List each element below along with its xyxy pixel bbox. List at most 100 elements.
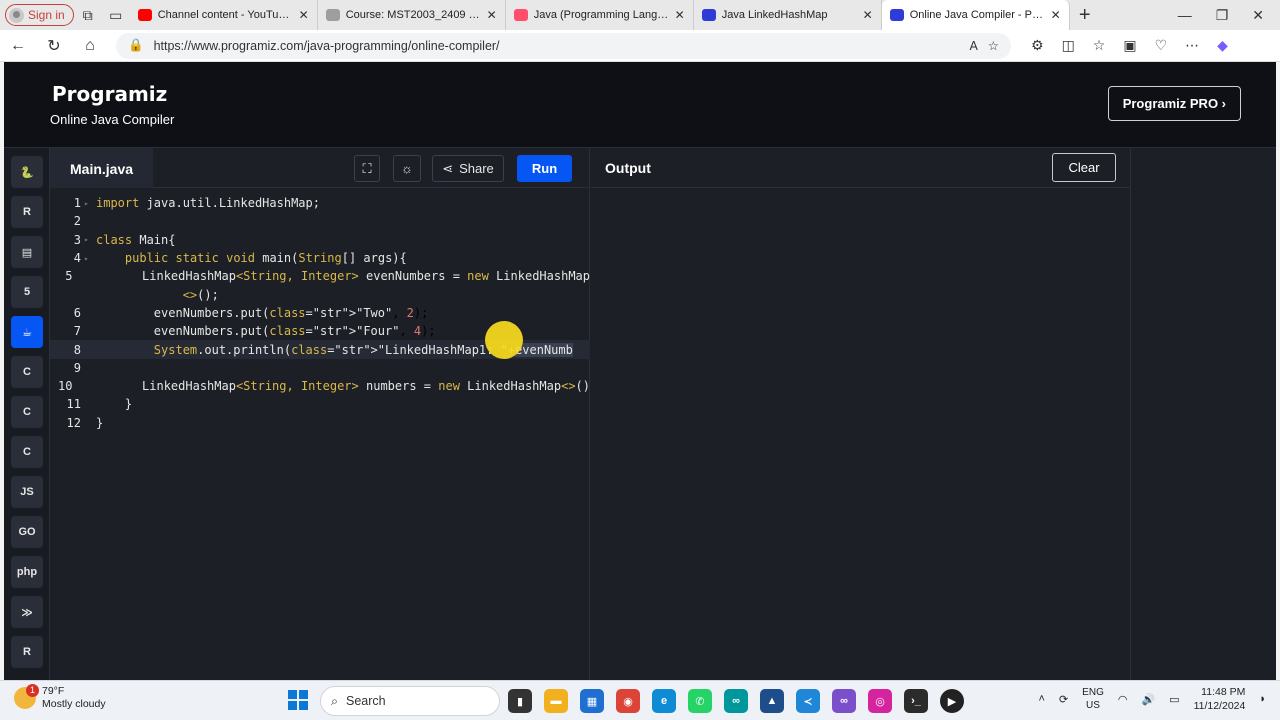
code-line[interactable]: 5 LinkedHashMap<String, Integer> evenNum…	[50, 267, 590, 285]
split-screen-icon[interactable]: ◫	[1062, 37, 1075, 54]
file-tab-main-java[interactable]: Main.java	[50, 147, 154, 188]
weather-widget[interactable]: 1 79°F Mostly cloudy	[14, 684, 106, 711]
programiz-logo[interactable]: Programiz	[52, 82, 167, 106]
browser-tab[interactable]: Java (Programming Language) ✕	[506, 0, 694, 30]
code-area[interactable]: 1 ▸ import java.util.LinkedHashMap; 2 3 ▸ clas…	[50, 194, 590, 432]
maximize-icon[interactable]: ❐	[1216, 7, 1229, 24]
language-indicator[interactable]: ENG US	[1082, 686, 1104, 712]
browser-tab[interactable]: Channel content - YouTube Stu ✕	[130, 0, 318, 30]
php-icon[interactable]: php	[11, 556, 43, 588]
code-line[interactable]: 10 LinkedHashMap<String, Integer> number…	[50, 377, 590, 395]
code-line[interactable]: 9	[50, 359, 590, 377]
browser-tab[interactable]: Course: MST2003_2409 Discrete ✕	[318, 0, 506, 30]
signin-button[interactable]: Sign in	[5, 4, 74, 26]
programiz-page: Programiz Online Java Compiler Programiz…	[4, 62, 1276, 680]
home-icon[interactable]: ⌂	[72, 37, 108, 55]
vscode-icon[interactable]: ≺	[796, 689, 820, 713]
tab-close-icon[interactable]: ✕	[675, 8, 685, 22]
copilot-icon[interactable]: ◆	[1217, 37, 1228, 54]
line-number: 8	[73, 342, 81, 357]
notifications-icon[interactable]: ◗	[1259, 693, 1266, 705]
more-menu-icon[interactable]: ⋯	[1185, 37, 1199, 54]
visual-studio-icon[interactable]: ∞	[832, 689, 856, 713]
code-line[interactable]: <>();	[50, 285, 590, 303]
programiz-pro-button[interactable]: Programiz PRO ›	[1107, 86, 1241, 121]
code-line[interactable]: 3 ▸ class Main{	[50, 231, 590, 249]
browser-essentials-icon[interactable]: ♡	[1155, 37, 1168, 54]
csharp-icon[interactable]: C	[11, 436, 43, 468]
media-player-icon[interactable]: ▶	[940, 689, 964, 713]
collections-icon[interactable]: ▣	[1123, 37, 1136, 54]
read-aloud-icon[interactable]: A	[969, 39, 977, 53]
code-text: }	[96, 415, 104, 430]
profile-avatar-icon	[9, 7, 24, 23]
run-button[interactable]: Run	[517, 155, 572, 182]
tray-chevron-icon[interactable]: ˄	[1039, 693, 1045, 705]
whatsapp-icon[interactable]: ✆	[688, 689, 712, 713]
python-icon[interactable]: 🐍	[11, 156, 43, 188]
refresh-icon[interactable]: ↻	[36, 36, 72, 56]
task-view-icon[interactable]: ▮	[508, 689, 532, 713]
volume-icon[interactable]: 🔊	[1141, 693, 1155, 706]
swift-icon[interactable]: ≫	[11, 596, 43, 628]
back-icon[interactable]: ←	[0, 37, 36, 55]
tab-favicon-icon	[701, 9, 716, 21]
url-field[interactable]: 🔒 https://www.programiz.com/java-program…	[116, 32, 1011, 59]
clear-button[interactable]: Clear	[1052, 153, 1116, 182]
theme-toggle-button[interactable]: ☼	[393, 155, 421, 182]
tab-close-icon[interactable]: ✕	[1051, 8, 1061, 22]
fold-arrow-icon[interactable]: ▸	[84, 199, 96, 208]
minimize-icon[interactable]: —	[1178, 7, 1192, 24]
extensions-icon[interactable]: ⚙	[1031, 37, 1044, 54]
r-icon[interactable]: R	[11, 196, 43, 228]
code-line[interactable]: 1 ▸ import java.util.LinkedHashMap;	[50, 194, 590, 212]
code-line[interactable]: 6 evenNumbers.put(class="str">"Two", 2);	[50, 304, 590, 322]
taskbar-search[interactable]: ⌕ Search	[320, 686, 500, 716]
sync-icon[interactable]: ⟳	[1059, 693, 1068, 706]
signin-label: Sign in	[28, 8, 65, 22]
edge-icon[interactable]: e	[652, 689, 676, 713]
code-line[interactable]: 4 ▸ public static void main(String[] args…	[50, 249, 590, 267]
close-window-icon[interactable]: ✕	[1252, 7, 1264, 24]
line-number: 9	[73, 360, 81, 375]
tab-actions-icon[interactable]: ▭	[102, 3, 130, 27]
code-line[interactable]: 2	[50, 212, 590, 230]
wifi-icon[interactable]: ◠	[1118, 693, 1128, 706]
start-button[interactable]	[288, 690, 308, 710]
sql-icon[interactable]: ▤	[11, 236, 43, 268]
c-icon[interactable]: C	[11, 356, 43, 388]
tab-close-icon[interactable]: ✕	[299, 8, 309, 22]
browser-tab[interactable]: Java LinkedHashMap ✕	[694, 0, 882, 30]
code-line[interactable]: 12}	[50, 414, 590, 432]
store-icon[interactable]: ▦	[580, 689, 604, 713]
javascript-icon[interactable]: JS	[11, 476, 43, 508]
fold-arrow-icon[interactable]: ▸	[84, 254, 96, 263]
terminal-icon[interactable]: ›_	[904, 689, 928, 713]
arduino-icon[interactable]: ∞	[724, 689, 748, 713]
battery-icon[interactable]: ▭	[1169, 693, 1179, 706]
line-number: 2	[73, 214, 81, 229]
code-line[interactable]: 11 }	[50, 395, 590, 413]
tab-close-icon[interactable]: ✕	[487, 8, 497, 22]
favorite-star-icon[interactable]: ☆	[988, 38, 999, 53]
new-tab-button[interactable]: +	[1070, 4, 1100, 27]
favorites-icon[interactable]: ☆	[1093, 37, 1106, 54]
html-icon[interactable]: 5	[11, 276, 43, 308]
workspaces-icon[interactable]: ⧉	[74, 3, 102, 27]
fullscreen-button[interactable]: ⛶	[354, 155, 380, 182]
go-icon[interactable]: GO	[11, 516, 43, 548]
clock[interactable]: 11:48 PM 11/12/2024	[1194, 685, 1246, 713]
search-icon: ⌕	[331, 693, 339, 708]
url-text: https://www.programiz.com/java-programmi…	[153, 38, 500, 53]
fold-arrow-icon[interactable]: ▸	[84, 235, 96, 244]
instagram-icon[interactable]: ◎	[868, 689, 892, 713]
remote-app-icon[interactable]: ▲	[760, 689, 784, 713]
rust-icon[interactable]: R	[11, 636, 43, 668]
chrome-icon[interactable]: ◉	[616, 689, 640, 713]
cpp-icon[interactable]: C	[11, 396, 43, 428]
browser-tab[interactable]: Online Java Compiler - Program ✕	[881, 0, 1070, 30]
java-icon[interactable]: ☕	[11, 316, 43, 348]
file-explorer-icon[interactable]: ▬	[544, 689, 568, 713]
tab-close-icon[interactable]: ✕	[863, 8, 873, 22]
share-button[interactable]: ⋖ Share	[432, 155, 504, 182]
